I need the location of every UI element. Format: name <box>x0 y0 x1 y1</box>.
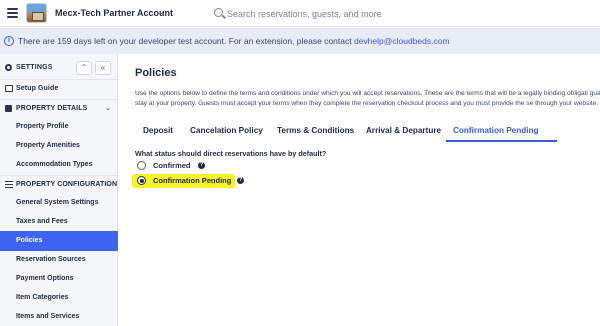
settings-sidebar: SETTINGS ⌃ « Setup Guide PROPERTY DETAIL… <box>0 54 118 326</box>
tab-terms-conditions[interactable]: Terms & Conditions <box>277 126 354 135</box>
sidebar-section-property-configuration[interactable]: PROPERTY CONFIGURATION ⌄ <box>0 176 118 194</box>
radio-confirmation-pending[interactable] <box>137 176 146 185</box>
menu-icon[interactable] <box>7 8 18 18</box>
top-bar: Mecx-Tech Partner Account ⌄ <box>0 0 600 27</box>
sidebar-header: SETTINGS ⌃ « <box>0 58 118 78</box>
banner-text: There are 159 days left on your develope… <box>18 36 450 46</box>
sidebar-item-taxes-and-fees[interactable]: Taxes and Fees <box>0 213 118 231</box>
info-banner: i There are 159 days left on your develo… <box>0 28 600 54</box>
sidebar-item-property-profile[interactable]: Property Profile <box>0 118 118 136</box>
help-icon[interactable]: ? <box>198 162 205 169</box>
sidebar-item-reservation-sources[interactable]: Reservation Sources <box>0 251 118 269</box>
building-icon <box>5 105 12 112</box>
sidebar-item-item-categories[interactable]: Item Categories <box>0 289 118 307</box>
active-tab-indicator <box>446 140 557 142</box>
property-logo[interactable] <box>26 3 47 23</box>
sidebar-item-payment-options[interactable]: Payment Options <box>0 270 118 288</box>
chevron-down-icon: ⌄ <box>105 181 111 188</box>
chevron-down-icon: ⌄ <box>105 105 111 112</box>
sidebar-item-accommodation-types[interactable]: Accommodation Types <box>0 156 118 174</box>
main-content: Policies Use the options below to define… <box>119 54 600 326</box>
tab-confirmation-pending[interactable]: Confirmation Pending <box>453 126 539 135</box>
tab-deposit[interactable]: Deposit <box>143 126 173 135</box>
option-label: Confirmed <box>153 161 191 170</box>
policies-intro-text: Use the options below to define the term… <box>135 90 600 107</box>
sliders-icon <box>5 181 13 189</box>
sidebar-title: SETTINGS <box>16 64 53 71</box>
tab-cancelation-policy[interactable]: Cancelation Policy <box>190 126 263 135</box>
sidebar-section-property-details[interactable]: PROPERTY DETAILS ⌄ <box>0 100 118 118</box>
default-status-question: What status should direct reservations h… <box>135 149 327 158</box>
search-bar[interactable] <box>205 5 600 22</box>
info-icon: i <box>4 36 14 46</box>
chevron-down-icon[interactable]: ⌄ <box>158 7 165 16</box>
banner-email-link[interactable]: devhelp@cloudbeds.com <box>354 36 450 46</box>
sidebar-item-general-system-settings[interactable]: General System Settings <box>0 194 118 212</box>
search-input[interactable] <box>227 6 597 21</box>
sidebar-item-policies[interactable]: Policies <box>0 231 118 251</box>
account-name[interactable]: Mecx-Tech Partner Account <box>55 8 173 18</box>
radio-confirmed[interactable] <box>137 161 146 170</box>
book-icon <box>5 85 13 92</box>
search-icon <box>214 8 223 17</box>
sidebar-item-items-and-services[interactable]: Items and Services <box>0 308 118 326</box>
help-icon[interactable]: ? <box>237 177 244 184</box>
tab-arrival-departure[interactable]: Arrival & Departure <box>366 126 441 135</box>
page-title: Policies <box>135 67 177 79</box>
option-label: Confirmation Pending <box>153 176 232 185</box>
pin-icon[interactable]: ⌃ <box>76 61 92 75</box>
gear-icon <box>5 64 12 71</box>
sidebar-item-setup-guide[interactable]: Setup Guide <box>0 80 118 98</box>
sidebar-item-property-amenities[interactable]: Property Amenities <box>0 137 118 155</box>
policy-tabs: Deposit Cancelation Policy Terms & Condi… <box>135 124 600 144</box>
collapse-sidebar-button[interactable]: « <box>95 61 111 75</box>
